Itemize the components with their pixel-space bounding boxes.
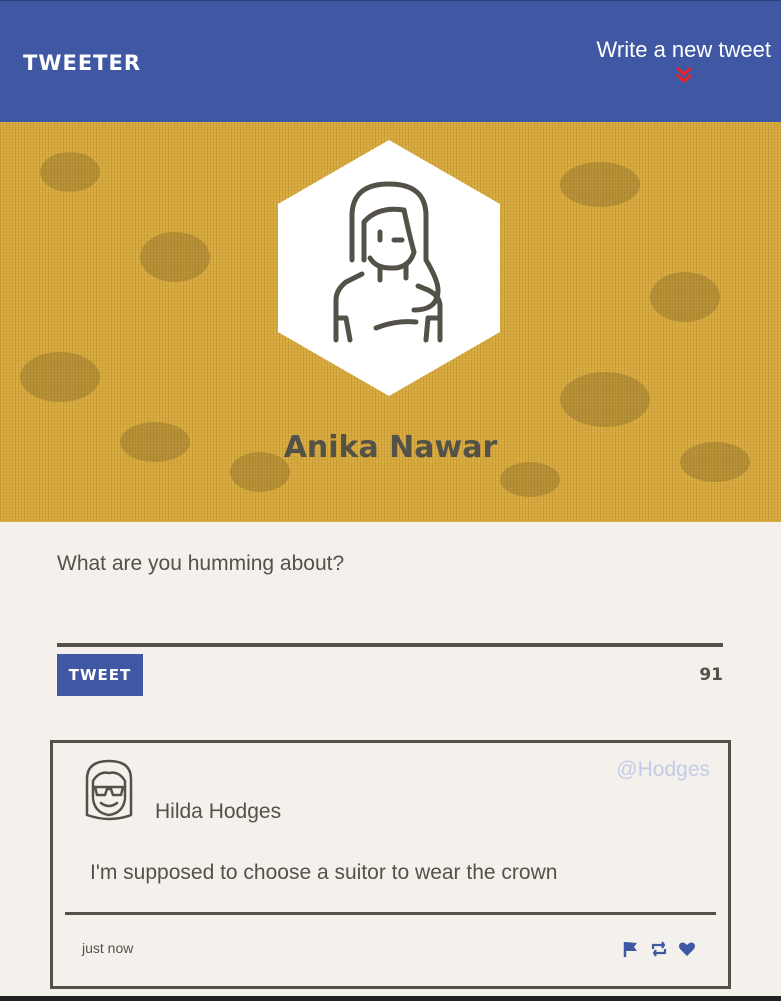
- flag-icon[interactable]: [622, 940, 640, 958]
- tweet-actions: [622, 940, 696, 958]
- tweet-timestamp: just now: [82, 940, 134, 956]
- tweet-submit-button[interactable]: TWEET: [57, 654, 143, 696]
- compose-divider: [57, 643, 723, 647]
- compose-tweet-input[interactable]: [57, 548, 723, 643]
- tweet-author-name: Hilda Hodges: [155, 800, 282, 823]
- heart-icon[interactable]: [678, 940, 696, 958]
- brand-logo[interactable]: TWEETER: [23, 51, 141, 75]
- tweet-card: Hilda Hodges @Hodges I'm supposed to cho…: [50, 740, 731, 989]
- retweet-icon[interactable]: [650, 940, 668, 958]
- write-new-tweet-link[interactable]: Write a new tweet: [597, 37, 771, 85]
- person-with-sunglasses-icon: [85, 759, 133, 821]
- tweet-author-handle: @Hodges: [616, 758, 710, 781]
- profile-name: Anika Nawar: [283, 430, 498, 465]
- tweet-text: I'm supposed to choose a suitor to wear …: [90, 861, 558, 884]
- tweet-divider: [65, 912, 716, 915]
- bottom-edge: [0, 996, 781, 1001]
- write-new-tweet-label: Write a new tweet: [596, 37, 771, 62]
- character-counter: 91: [699, 665, 723, 685]
- double-chevron-down-icon: [675, 66, 692, 83]
- profile-avatar[interactable]: [278, 140, 500, 396]
- top-nav-bar: TWEETER Write a new tweet: [0, 0, 781, 122]
